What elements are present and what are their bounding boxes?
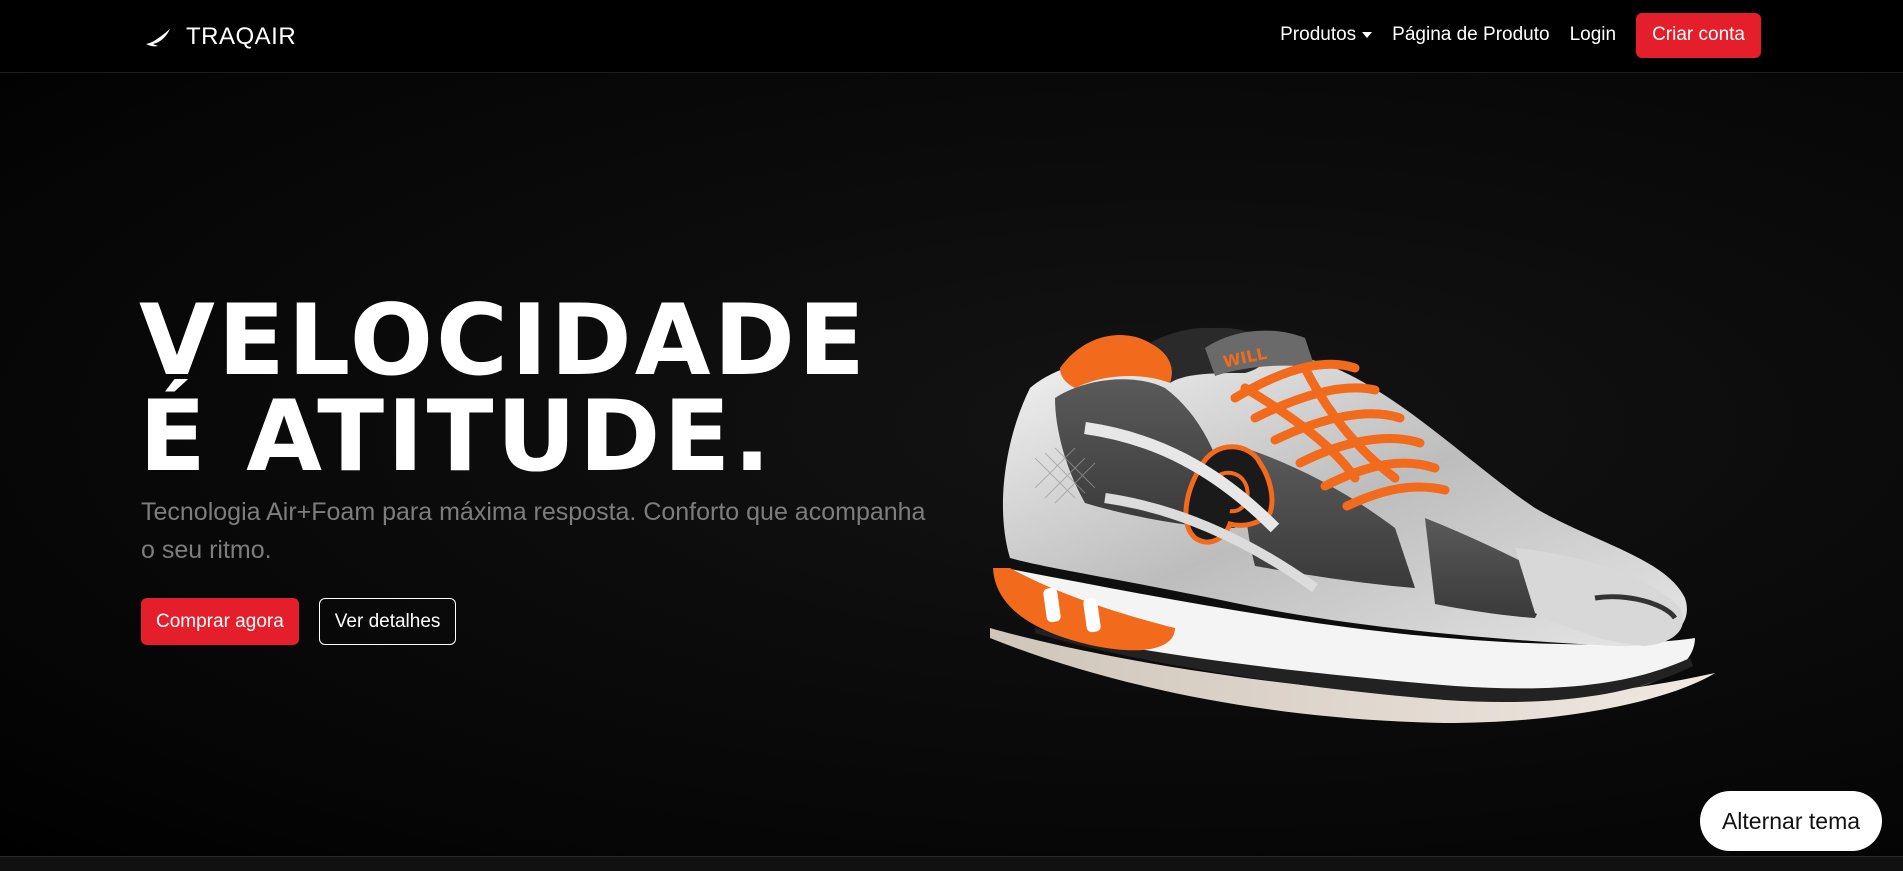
view-details-label: Ver detalhes bbox=[334, 610, 441, 632]
hero-actions: Comprar agora Ver detalhes bbox=[141, 598, 457, 645]
nav-item-pagina-de-produto[interactable]: Página de Produto bbox=[1382, 24, 1559, 46]
wing-icon bbox=[146, 29, 170, 47]
brand[interactable]: TRAQAIR bbox=[144, 22, 296, 52]
navbar: TRAQAIR Produtos Página de Produto Login… bbox=[0, 0, 1903, 73]
hero-title-line-1: VELOCIDADE bbox=[139, 284, 868, 398]
theme-toggle-label: Alternar tema bbox=[1721, 807, 1861, 834]
hero-subtitle: Tecnologia Air+Foam para máxima resposta… bbox=[141, 498, 926, 564]
buy-now-label: Comprar agora bbox=[156, 610, 284, 632]
running-shoe-image: WILL bbox=[990, 328, 1715, 723]
nav-item-produtos[interactable]: Produtos bbox=[1270, 24, 1382, 46]
nav-links: Produtos Página de Produto Login Criar c… bbox=[1270, 12, 1761, 58]
create-account-button[interactable]: Criar conta bbox=[1636, 12, 1761, 58]
hero-section: VELOCIDADE É ATITUDE. Tecnologia Air+Foa… bbox=[0, 73, 1903, 856]
nav-item-label: Página de Produto bbox=[1392, 24, 1550, 45]
theme-toggle-button[interactable]: Alternar tema bbox=[1700, 791, 1882, 851]
nav-item-label: Produtos bbox=[1280, 24, 1357, 45]
buy-now-button[interactable]: Comprar agora bbox=[141, 598, 299, 645]
view-details-button[interactable]: Ver detalhes bbox=[318, 598, 457, 645]
brand-name: TRAQAIR bbox=[186, 23, 297, 50]
create-account-label: Criar conta bbox=[1652, 24, 1745, 45]
bottom-bar bbox=[0, 856, 1903, 871]
hero-title-line-2: É ATITUDE. bbox=[139, 380, 774, 494]
caret-down-icon bbox=[1362, 32, 1373, 38]
nav-item-login[interactable]: Login bbox=[1560, 24, 1627, 46]
nav-item-label: Login bbox=[1569, 24, 1617, 45]
hero-title: VELOCIDADE É ATITUDE. bbox=[139, 284, 868, 494]
